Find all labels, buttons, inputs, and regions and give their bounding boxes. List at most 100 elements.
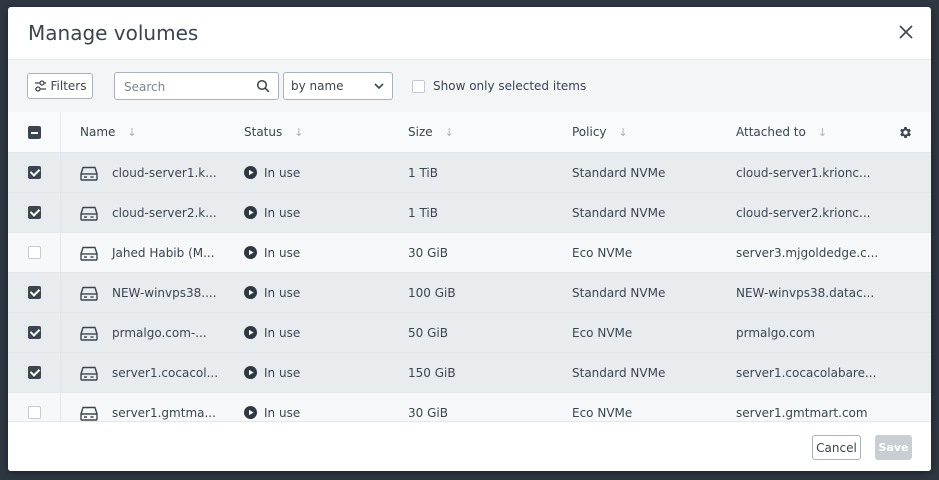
volume-size: 50 GiB: [408, 325, 448, 340]
close-icon: [899, 25, 913, 39]
search-input[interactable]: [122, 74, 256, 100]
play-circle-icon: [244, 246, 257, 259]
search-box: [114, 72, 279, 100]
row-check-cell: [8, 313, 61, 352]
hard-drive-icon: [80, 326, 98, 341]
select-all-checkbox[interactable]: [27, 125, 41, 139]
play-circle-icon: [244, 366, 257, 379]
volume-size: 1 TiB: [408, 165, 438, 180]
volume-size: 100 GiB: [408, 285, 456, 300]
volume-status: In use: [244, 193, 300, 232]
row-checkbox[interactable]: [27, 326, 41, 339]
volume-status: In use: [244, 153, 300, 192]
volume-icon-cell: [80, 353, 98, 392]
sort-arrow-icon: ↓: [294, 125, 304, 139]
filters-label: Filters: [50, 79, 87, 93]
column-header-name[interactable]: Name ↓: [80, 112, 137, 152]
volume-size: 30 GiB: [408, 245, 448, 260]
manage-volumes-dialog: Manage volumes Filters by name: [8, 7, 931, 471]
volume-policy: Standard NVMe: [572, 165, 666, 180]
row-check-cell: [8, 273, 61, 312]
column-header-size[interactable]: Size ↓: [408, 112, 454, 152]
column-header-attached-to[interactable]: Attached to ↓: [736, 112, 827, 152]
hard-drive-icon: [80, 166, 98, 181]
volume-attached-to: cloud-server1.krionc...: [736, 165, 871, 180]
toolbar: Filters by name Show only selected items: [8, 59, 931, 116]
volume-policy: Eco NVMe: [572, 325, 633, 340]
hard-drive-icon: [80, 206, 98, 221]
volume-icon-cell: [80, 233, 98, 272]
hard-drive-icon: [80, 286, 98, 301]
volume-name: prmalgo.com-...: [112, 325, 207, 340]
row-checkbox[interactable]: [27, 366, 41, 379]
status-text: In use: [264, 325, 301, 340]
show-selected-toggle[interactable]: Show only selected items: [412, 79, 586, 93]
volume-name: Jahed Habib (M...: [112, 245, 215, 260]
volume-attached-to: prmalgo.com: [736, 325, 815, 340]
row-checkbox[interactable]: [27, 246, 41, 259]
play-circle-icon: [244, 326, 257, 339]
table-row[interactable]: cloud-server1.k... In use 1 TiB Standard…: [8, 153, 931, 193]
volume-icon-cell: [80, 273, 98, 312]
volume-attached-to: cloud-server2.krionc...: [736, 205, 871, 220]
row-check-cell: [8, 193, 61, 232]
row-checkbox[interactable]: [27, 166, 41, 179]
column-header-status[interactable]: Status ↓: [244, 112, 303, 152]
close-button[interactable]: [895, 21, 917, 43]
table-body: cloud-server1.k... In use 1 TiB Standard…: [8, 153, 931, 433]
volume-name: cloud-server1.k...: [112, 165, 217, 180]
table-row[interactable]: Jahed Habib (M... In use 30 GiB Eco NVMe…: [8, 233, 931, 273]
volume-name: server1.cocacol...: [112, 365, 219, 380]
hard-drive-icon: [80, 406, 98, 421]
hard-drive-icon: [80, 366, 98, 381]
search-icon[interactable]: [256, 79, 270, 93]
volume-size: 150 GiB: [408, 365, 456, 380]
volume-size: 1 TiB: [408, 205, 438, 220]
show-selected-checkbox[interactable]: [412, 79, 425, 93]
volume-attached-to: server3.mjgoldedge.c...: [736, 245, 879, 260]
status-text: In use: [264, 365, 301, 380]
sort-select[interactable]: by name: [283, 72, 393, 100]
play-circle-icon: [244, 166, 257, 179]
save-button[interactable]: Save: [875, 435, 912, 460]
filters-button[interactable]: Filters: [27, 73, 93, 99]
dialog-title: Manage volumes: [28, 21, 199, 45]
volume-status: In use: [244, 233, 300, 272]
status-text: In use: [264, 285, 301, 300]
volume-icon-cell: [80, 153, 98, 192]
gear-icon: [900, 126, 911, 138]
sort-arrow-icon: ↓: [444, 125, 454, 139]
column-header-policy[interactable]: Policy ↓: [572, 112, 628, 152]
row-checkbox[interactable]: [27, 286, 41, 299]
volume-attached-to: server1.cocacolabare...: [736, 365, 877, 380]
hard-drive-icon: [80, 246, 98, 261]
sort-arrow-icon: ↓: [817, 125, 828, 139]
row-check-cell: [8, 153, 61, 192]
status-text: In use: [264, 405, 301, 420]
sort-select-value: by name: [291, 79, 344, 93]
column-settings-button[interactable]: [898, 112, 913, 152]
sliders-icon: [34, 80, 46, 92]
volume-status: In use: [244, 353, 300, 392]
volume-policy: Standard NVMe: [572, 365, 666, 380]
table-row[interactable]: cloud-server2.k... In use 1 TiB Standard…: [8, 193, 931, 233]
chevron-down-icon: [374, 83, 384, 90]
table-row[interactable]: server1.cocacol... In use 150 GiB Standa…: [8, 353, 931, 393]
volume-name: cloud-server2.k...: [112, 205, 217, 220]
row-checkbox[interactable]: [27, 206, 41, 219]
cancel-button[interactable]: Cancel: [812, 435, 861, 460]
status-text: In use: [264, 245, 301, 260]
show-selected-label: Show only selected items: [433, 79, 587, 93]
play-circle-icon: [244, 406, 257, 419]
select-all-cell: [8, 112, 61, 152]
volume-attached-to: NEW-winvps38.datac...: [736, 285, 875, 300]
volume-status: In use: [244, 273, 300, 312]
volume-name: NEW-winvps38....: [112, 285, 217, 300]
play-circle-icon: [244, 206, 257, 219]
volume-policy: Standard NVMe: [572, 285, 666, 300]
dialog-footer: Cancel Save: [8, 421, 931, 471]
table-row[interactable]: NEW-winvps38.... In use 100 GiB Standard…: [8, 273, 931, 313]
table-row[interactable]: prmalgo.com-... In use 50 GiB Eco NVMe p…: [8, 313, 931, 353]
row-checkbox[interactable]: [27, 406, 41, 419]
volume-icon-cell: [80, 313, 98, 352]
